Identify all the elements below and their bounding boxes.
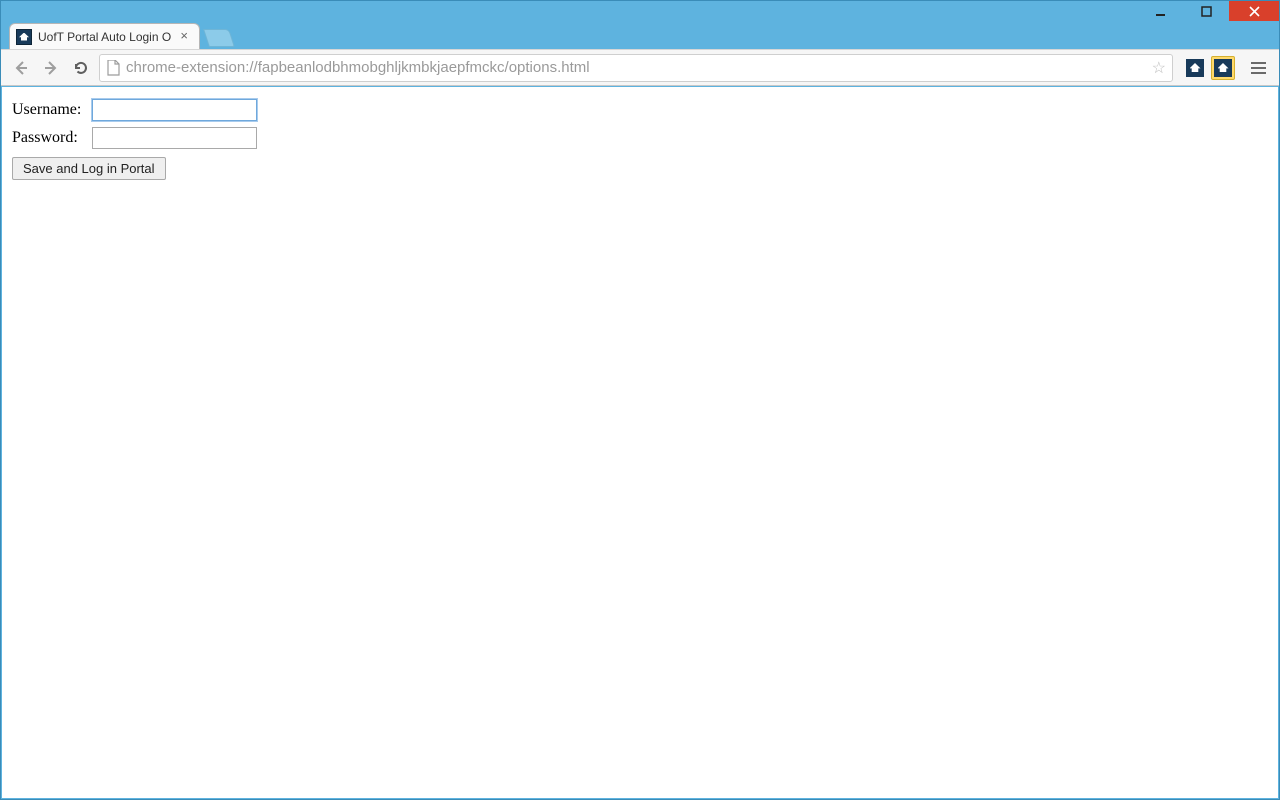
password-row: Password: <box>12 127 1268 149</box>
window-controls <box>1137 1 1279 21</box>
address-bar[interactable]: chrome-extension://fapbeanlodbhmobghljkm… <box>99 54 1173 82</box>
reload-button[interactable] <box>69 56 93 80</box>
url-text: chrome-extension://fapbeanlodbhmobghljkm… <box>126 59 1146 76</box>
extension-icon-1[interactable] <box>1183 56 1207 80</box>
browser-window: UofT Portal Auto Login O × chrome-extens… <box>0 0 1280 800</box>
page-icon <box>106 60 120 76</box>
tab-close-icon[interactable]: × <box>177 30 191 44</box>
save-login-button[interactable]: Save and Log in Portal <box>12 157 166 180</box>
close-button[interactable] <box>1229 1 1279 21</box>
username-label: Username: <box>12 101 88 119</box>
extension-icons <box>1183 56 1235 80</box>
bookmark-star-icon[interactable]: ☆ <box>1152 58 1166 78</box>
browser-tab[interactable]: UofT Portal Auto Login O × <box>9 23 200 49</box>
hamburger-icon <box>1251 62 1266 64</box>
chrome-menu-button[interactable] <box>1245 56 1271 80</box>
username-row: Username: <box>12 99 1268 121</box>
username-input[interactable] <box>92 99 257 121</box>
tab-strip: UofT Portal Auto Login O × <box>1 21 1279 49</box>
new-tab-button[interactable] <box>203 29 235 47</box>
tab-favicon-icon <box>16 29 32 45</box>
password-input[interactable] <box>92 127 257 149</box>
forward-button[interactable] <box>39 56 63 80</box>
window-titlebar <box>1 1 1279 21</box>
password-label: Password: <box>12 129 88 147</box>
tab-title: UofT Portal Auto Login O <box>38 30 171 44</box>
minimize-button[interactable] <box>1137 1 1183 21</box>
maximize-button[interactable] <box>1183 1 1229 21</box>
page-content: Username: Password: Save and Log in Port… <box>2 87 1278 798</box>
browser-toolbar: chrome-extension://fapbeanlodbhmobghljkm… <box>1 49 1279 86</box>
back-button[interactable] <box>9 56 33 80</box>
extension-icon-2[interactable] <box>1211 56 1235 80</box>
